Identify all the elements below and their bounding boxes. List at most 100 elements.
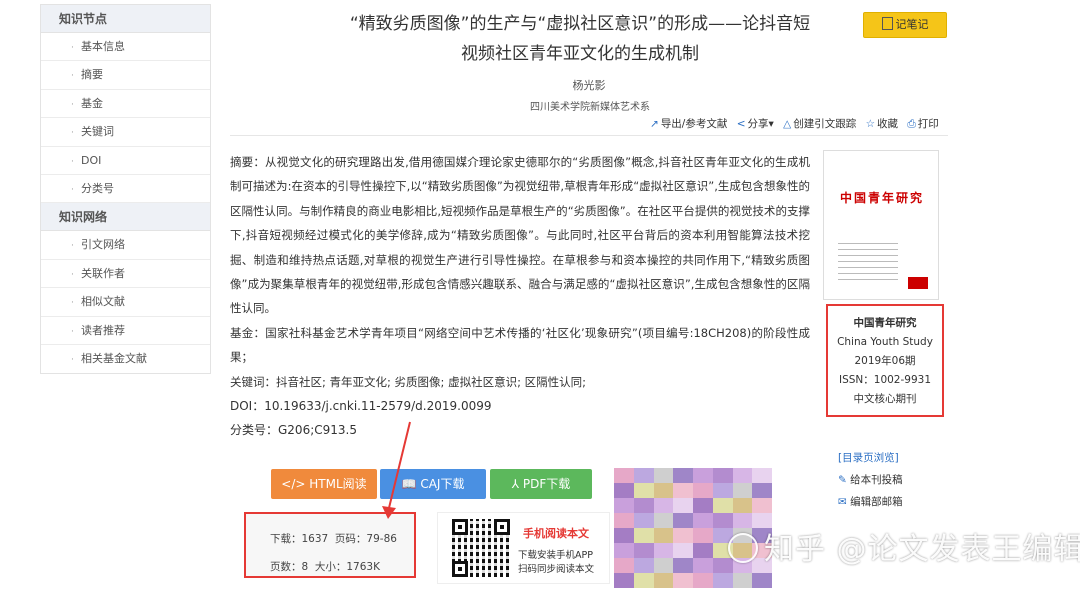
sidebar-item-label: 相关基金文献 (81, 351, 147, 365)
sidebar-item-label: 基金 (81, 96, 103, 110)
fund-text[interactable]: 基金：国家社科基金艺术学青年项目“网络空间中艺术传播的‘社区化’现象研究”(项目… (230, 321, 810, 370)
html-read-button[interactable]: </> HTML阅读 (271, 469, 377, 499)
editor-email-link[interactable]: ✉ 编辑部邮箱 (838, 491, 903, 513)
article-title: “精致劣质图像”的生产与“虚拟社区意识”的形成——论抖音短 视频社区青年亚文化的… (300, 10, 860, 68)
submit-label: 给本刊投稿 (850, 474, 903, 486)
red-arrow-annotation (382, 421, 411, 519)
sidebar-item-label: 相似文献 (81, 295, 125, 309)
share-link[interactable]: < 分享▾ (737, 118, 774, 130)
export-link[interactable]: ↗ 导出/参考文献 (650, 118, 727, 130)
download-stats: 下载：1637 页码：79-86 页数：8 大小：1763K (244, 512, 416, 578)
printer-icon: ⎙ (907, 118, 916, 130)
print-label: 打印 (917, 118, 939, 130)
sidebar-item-keywords[interactable]: · 关键词 (41, 118, 210, 147)
journal-info-box: 中国青年研究 China Youth Study 2019年06期 ISSN：1… (826, 304, 944, 417)
stats-row-1: 下载：1637 页码：79-86 (270, 525, 414, 553)
sidebar-heading-knowledge-nodes: 知识节点 (41, 5, 210, 33)
toc-browse-link[interactable]: [目录页浏览] (838, 447, 903, 469)
submit-icon: ✎ (838, 474, 847, 486)
html-read-label: HTML阅读 (309, 477, 367, 491)
mail-icon: ✉ (838, 496, 847, 508)
bullet-icon: · (71, 298, 74, 309)
bullet-icon: · (71, 128, 74, 139)
sidebar-item-basic-info[interactable]: · 基本信息 (41, 33, 210, 62)
bell-icon: △ (783, 118, 792, 130)
collect-label: 收藏 (876, 118, 898, 130)
journal-issn: ISSN：1002-9931 (838, 374, 931, 386)
page-count: 页数：8 (270, 561, 309, 573)
pdf-download-label: PDF下载 (522, 477, 571, 491)
journal-issue[interactable]: 2019年06期 (828, 352, 942, 371)
pdf-download-button[interactable]: ⅄ PDF下载 (490, 469, 592, 499)
cover-badge (908, 277, 928, 289)
zhihu-logo-icon (728, 533, 758, 563)
bullet-icon: · (71, 269, 74, 280)
collect-link[interactable]: ☆ 收藏 (866, 118, 898, 130)
stats-row-2: 页数：8 大小：1763K (270, 553, 414, 581)
bullet-icon: · (71, 43, 74, 53)
submit-link[interactable]: ✎ 给本刊投稿 (838, 469, 903, 491)
zhihu-watermark: 知乎 @论文发表王编辑 (728, 524, 1080, 568)
classification-text: 分类号：G206;C913.5 (230, 423, 357, 438)
share-icon: < (736, 118, 746, 130)
track-label: 创建引文跟踪 (793, 118, 857, 130)
download-count: 下载：1637 (270, 533, 329, 545)
print-link[interactable]: ⎙ 打印 (907, 118, 938, 130)
sidebar-item-abstract[interactable]: · 摘要 (41, 61, 210, 90)
sidebar-item-classification[interactable]: · 分类号 (41, 175, 210, 204)
sidebar-item-label: 分类号 (81, 181, 114, 195)
journal-english-name: China Youth Study (837, 336, 933, 348)
export-label: 导出/参考文献 (660, 118, 728, 130)
code-icon: </> (281, 477, 306, 491)
sidebar-item-label: 引文网络 (81, 238, 125, 252)
sidebar-item-similar-docs[interactable]: · 相似文献 (41, 288, 210, 317)
journal-name[interactable]: 中国青年研究 (828, 314, 942, 333)
share-label: 分享 (747, 118, 769, 130)
bullet-icon: · (71, 99, 74, 110)
bullet-icon: · (71, 71, 74, 82)
mobile-read-desc: 下载安装手机APP 扫码同步阅读本文 (518, 549, 594, 577)
cover-title: 中国青年研究 (839, 191, 924, 205)
bullet-icon: · (71, 326, 74, 337)
abstract-text: 摘要：从视觉文化的研究理路出发,借用德国媒介理论家史德耶尔的“劣质图像”概念,抖… (230, 155, 810, 316)
sidebar-heading-knowledge-network: 知识网络 (41, 203, 210, 232)
author-affiliation[interactable]: 四川美术学院新媒体艺术系 (500, 98, 680, 113)
mobile-read-line2: 扫码同步阅读本文 (518, 564, 595, 575)
author-name[interactable]: 杨光影 (560, 77, 618, 93)
star-icon: ☆ (865, 118, 875, 130)
mobile-read-line1: 下载安装手机APP (518, 550, 593, 561)
sidebar-item-label: DOI (81, 153, 102, 167)
journal-core-badge: 中文核心期刊 (853, 393, 917, 405)
mobile-read-title: 手机阅读本文 (523, 527, 589, 540)
bullet-icon: · (71, 241, 74, 252)
take-note-button[interactable]: 记笔记 (863, 12, 947, 38)
sidebar-item-label: 关联作者 (81, 266, 125, 280)
journal-links: [目录页浏览] ✎ 给本刊投稿 ✉ 编辑部邮箱 (838, 447, 903, 513)
sidebar-item-related-fund-docs[interactable]: · 相关基金文献 (41, 345, 210, 373)
editor-email-label: 编辑部邮箱 (850, 496, 903, 508)
sidebar-item-reader-recommend[interactable]: · 读者推荐 (41, 317, 210, 345)
track-citation-link[interactable]: △ 创建引文跟踪 (783, 118, 856, 130)
sidebar-item-related-authors[interactable]: · 关联作者 (41, 260, 210, 289)
article-toolbar: ↗ 导出/参考文献 < 分享▾ △ 创建引文跟踪 ☆ 收藏 ⎙ 打印 (650, 116, 945, 131)
journal-cover-image[interactable]: 中国青年研究 (823, 150, 939, 300)
cover-text-lines (838, 243, 898, 283)
article-body: 摘要：从视觉文化的研究理路出发,借用德国媒介理论家史德耶尔的“劣质图像”概念,抖… (230, 150, 810, 443)
sidebar-item-label: 读者推荐 (81, 323, 125, 337)
qr-code-icon (452, 519, 510, 577)
pdf-icon: ⅄ (511, 477, 520, 491)
sidebar-item-doi[interactable]: · DOI (41, 147, 210, 175)
watermark-text: 知乎 @论文发表王编辑 (764, 532, 1080, 567)
article-title-line2: 视频社区青年亚文化的生成机制 (461, 44, 699, 64)
sidebar-item-label: 关键词 (81, 125, 114, 139)
keywords-text[interactable]: 关键词：抖音社区; 青年亚文化; 劣质图像; 虚拟社区意识; 区隔性认同; (230, 370, 810, 394)
take-note-label: 记笔记 (895, 18, 929, 31)
sidebar-item-citation-network[interactable]: · 引文网络 (41, 231, 210, 260)
page-range: 页码：79-86 (334, 533, 397, 545)
bullet-icon: · (71, 184, 74, 195)
bullet-icon: · (71, 354, 74, 365)
sidebar-item-label: 基本信息 (81, 40, 125, 53)
mobile-read-panel: 手机阅读本文 下载安装手机APP 扫码同步阅读本文 (437, 512, 610, 584)
sidebar-item-fund[interactable]: · 基金 (41, 90, 210, 119)
file-size: 大小：1763K (314, 561, 380, 573)
